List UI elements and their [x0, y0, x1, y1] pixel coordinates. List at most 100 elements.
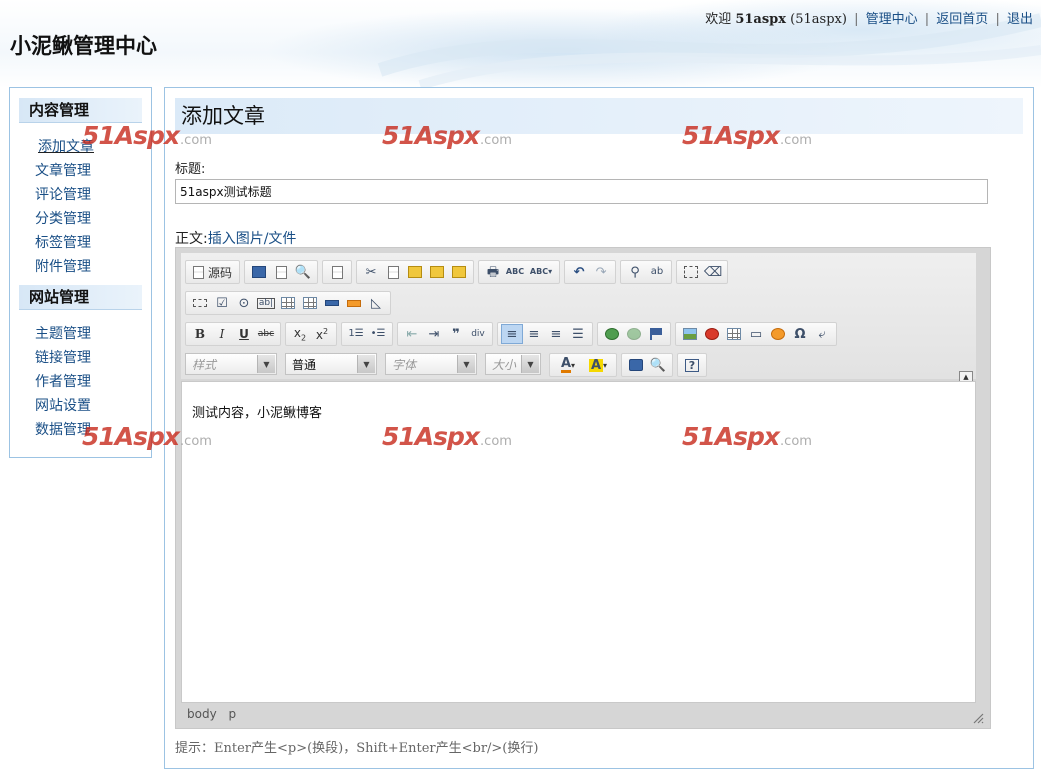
select-field-button[interactable] — [299, 293, 321, 313]
resize-handle-icon[interactable] — [972, 712, 984, 724]
hidden-field-button[interactable]: ◺ — [365, 293, 387, 313]
numbered-list-button[interactable]: 1☰ — [345, 324, 367, 344]
underline-button[interactable]: U — [233, 324, 255, 344]
omega-icon: Ω — [794, 326, 806, 342]
print-icon: 🖶 — [486, 264, 500, 280]
bold-button[interactable]: B — [189, 324, 211, 344]
preview-button[interactable]: 🔍 — [292, 262, 314, 282]
sidebar-item-theme-manage[interactable]: 主题管理 — [35, 322, 151, 346]
logout-link[interactable]: 退出 — [1007, 12, 1033, 27]
align-right-button[interactable]: ≡ — [545, 324, 567, 344]
title-input[interactable] — [175, 179, 988, 204]
sidebar-item-link-manage[interactable]: 链接管理 — [35, 346, 151, 370]
admin-center-link[interactable]: 管理中心 — [866, 12, 918, 27]
image-button[interactable] — [679, 324, 701, 344]
background-color-button[interactable]: A ▾ — [583, 355, 613, 375]
smiley-button[interactable] — [767, 324, 789, 344]
anchor-button[interactable] — [645, 324, 667, 344]
style-combo[interactable]: 样式 ▼ — [185, 353, 277, 375]
unlink-button[interactable] — [623, 324, 645, 344]
format-combo[interactable]: 普通 ▼ — [285, 353, 377, 375]
sidebar-item-category-manage[interactable]: 分类管理 — [35, 207, 151, 231]
sidebar-item-add-article[interactable]: 添加文章 — [35, 135, 151, 159]
copy-button[interactable] — [382, 262, 404, 282]
chevron-up-icon: ▲ — [963, 373, 969, 381]
source-button[interactable]: 源码 — [189, 262, 236, 282]
align-justify-button[interactable]: ☰ — [567, 324, 589, 344]
undo-button[interactable]: ↶ — [568, 262, 590, 282]
align-justify-icon: ☰ — [572, 326, 584, 342]
cut-button[interactable]: ✂ — [360, 262, 382, 282]
bulleted-list-button[interactable]: •☰ — [367, 324, 389, 344]
unlink-icon — [627, 328, 641, 340]
special-char-button[interactable]: Ω — [789, 324, 811, 344]
redo-icon: ↷ — [595, 264, 607, 280]
page-break-button[interactable]: ⤶ — [811, 324, 833, 344]
italic-button[interactable]: I — [211, 324, 233, 344]
replace-button[interactable]: ab — [646, 262, 668, 282]
strikethrough-button[interactable]: abc — [255, 324, 277, 344]
subscript-icon: x2 — [293, 325, 307, 343]
page-title: 添加文章 — [175, 98, 1023, 134]
templates-button[interactable] — [326, 262, 348, 282]
radio-button[interactable]: ⊙ — [233, 293, 255, 313]
paste-button[interactable] — [404, 262, 426, 282]
chevron-down-icon: ▼ — [457, 355, 475, 373]
outdent-button[interactable]: ⇤ — [401, 324, 423, 344]
home-link[interactable]: 返回首页 — [936, 12, 988, 27]
redo-button[interactable]: ↷ — [590, 262, 612, 282]
button-field-button[interactable] — [321, 293, 343, 313]
form-button[interactable] — [189, 293, 211, 313]
sidebar: 内容管理 添加文章 文章管理 评论管理 分类管理 标签管理 附件管理 网站管理 … — [9, 87, 152, 458]
sidebar-item-author-manage[interactable]: 作者管理 — [35, 370, 151, 394]
sidebar-item-attachment-manage[interactable]: 附件管理 — [35, 255, 151, 279]
new-page-button[interactable] — [270, 262, 292, 282]
paste-text-icon — [430, 266, 445, 278]
bulleted-list-icon: •☰ — [370, 328, 386, 339]
editor-content-area[interactable]: 测试内容，小泥鳅博客 — [181, 381, 976, 703]
sidebar-item-site-settings[interactable]: 网站设置 — [35, 394, 151, 418]
maximize-button[interactable] — [625, 355, 647, 375]
spellcheck-as-you-type-button[interactable]: ABC▾ — [526, 262, 556, 282]
text-color-button[interactable]: A ▾ — [553, 355, 583, 375]
table-button[interactable] — [723, 324, 745, 344]
horizontal-rule-button[interactable]: ▭ — [745, 324, 767, 344]
element-path-body[interactable]: body — [187, 707, 217, 721]
sidebar-item-comment-manage[interactable]: 评论管理 — [35, 183, 151, 207]
find-button[interactable]: ⚲ — [624, 262, 646, 282]
sidebar-item-data-manage[interactable]: 数据管理 — [35, 418, 151, 442]
blockquote-button[interactable]: ❞ — [445, 324, 467, 344]
form-icon — [193, 299, 207, 307]
print-button[interactable]: 🖶 — [482, 262, 504, 282]
save-button[interactable] — [248, 262, 270, 282]
show-blocks-button[interactable]: 🔍 — [647, 355, 669, 375]
link-button[interactable] — [601, 324, 623, 344]
align-left-button[interactable]: ≡ — [501, 324, 523, 344]
subscript-button[interactable]: x2 — [289, 324, 311, 344]
sidebar-item-tag-manage[interactable]: 标签管理 — [35, 231, 151, 255]
paste-word-icon — [452, 266, 467, 278]
text-field-button[interactable]: ab| — [255, 293, 277, 313]
superscript-button[interactable]: x2 — [311, 324, 333, 344]
align-center-button[interactable]: ≡ — [523, 324, 545, 344]
checkbox-button[interactable]: ☑ — [211, 293, 233, 313]
bold-icon: B — [194, 327, 206, 341]
paste-text-button[interactable] — [426, 262, 448, 282]
textarea-button[interactable] — [277, 293, 299, 313]
indent-button[interactable]: ⇥ — [423, 324, 445, 344]
div-container-button[interactable]: div — [467, 324, 489, 344]
sidebar-group-content: 添加文章 文章管理 评论管理 分类管理 标签管理 附件管理 — [10, 135, 151, 279]
flash-button[interactable] — [701, 324, 723, 344]
sidebar-item-article-manage[interactable]: 文章管理 — [35, 159, 151, 183]
remove-format-button[interactable]: ⌫ — [702, 262, 724, 282]
image-button-field-button[interactable] — [343, 293, 365, 313]
paste-word-button[interactable] — [448, 262, 470, 282]
font-combo[interactable]: 字体 ▼ — [385, 353, 477, 375]
font-size-combo[interactable]: 大小 ▼ — [485, 353, 541, 375]
element-path-p[interactable]: p — [229, 707, 237, 721]
spellcheck-button[interactable]: ABC — [504, 262, 526, 282]
insert-image-file-link[interactable]: 插入图片/文件 — [208, 231, 297, 247]
about-button[interactable]: ? — [681, 355, 703, 375]
select-all-button[interactable] — [680, 262, 702, 282]
eraser-icon: ⌫ — [703, 264, 723, 280]
